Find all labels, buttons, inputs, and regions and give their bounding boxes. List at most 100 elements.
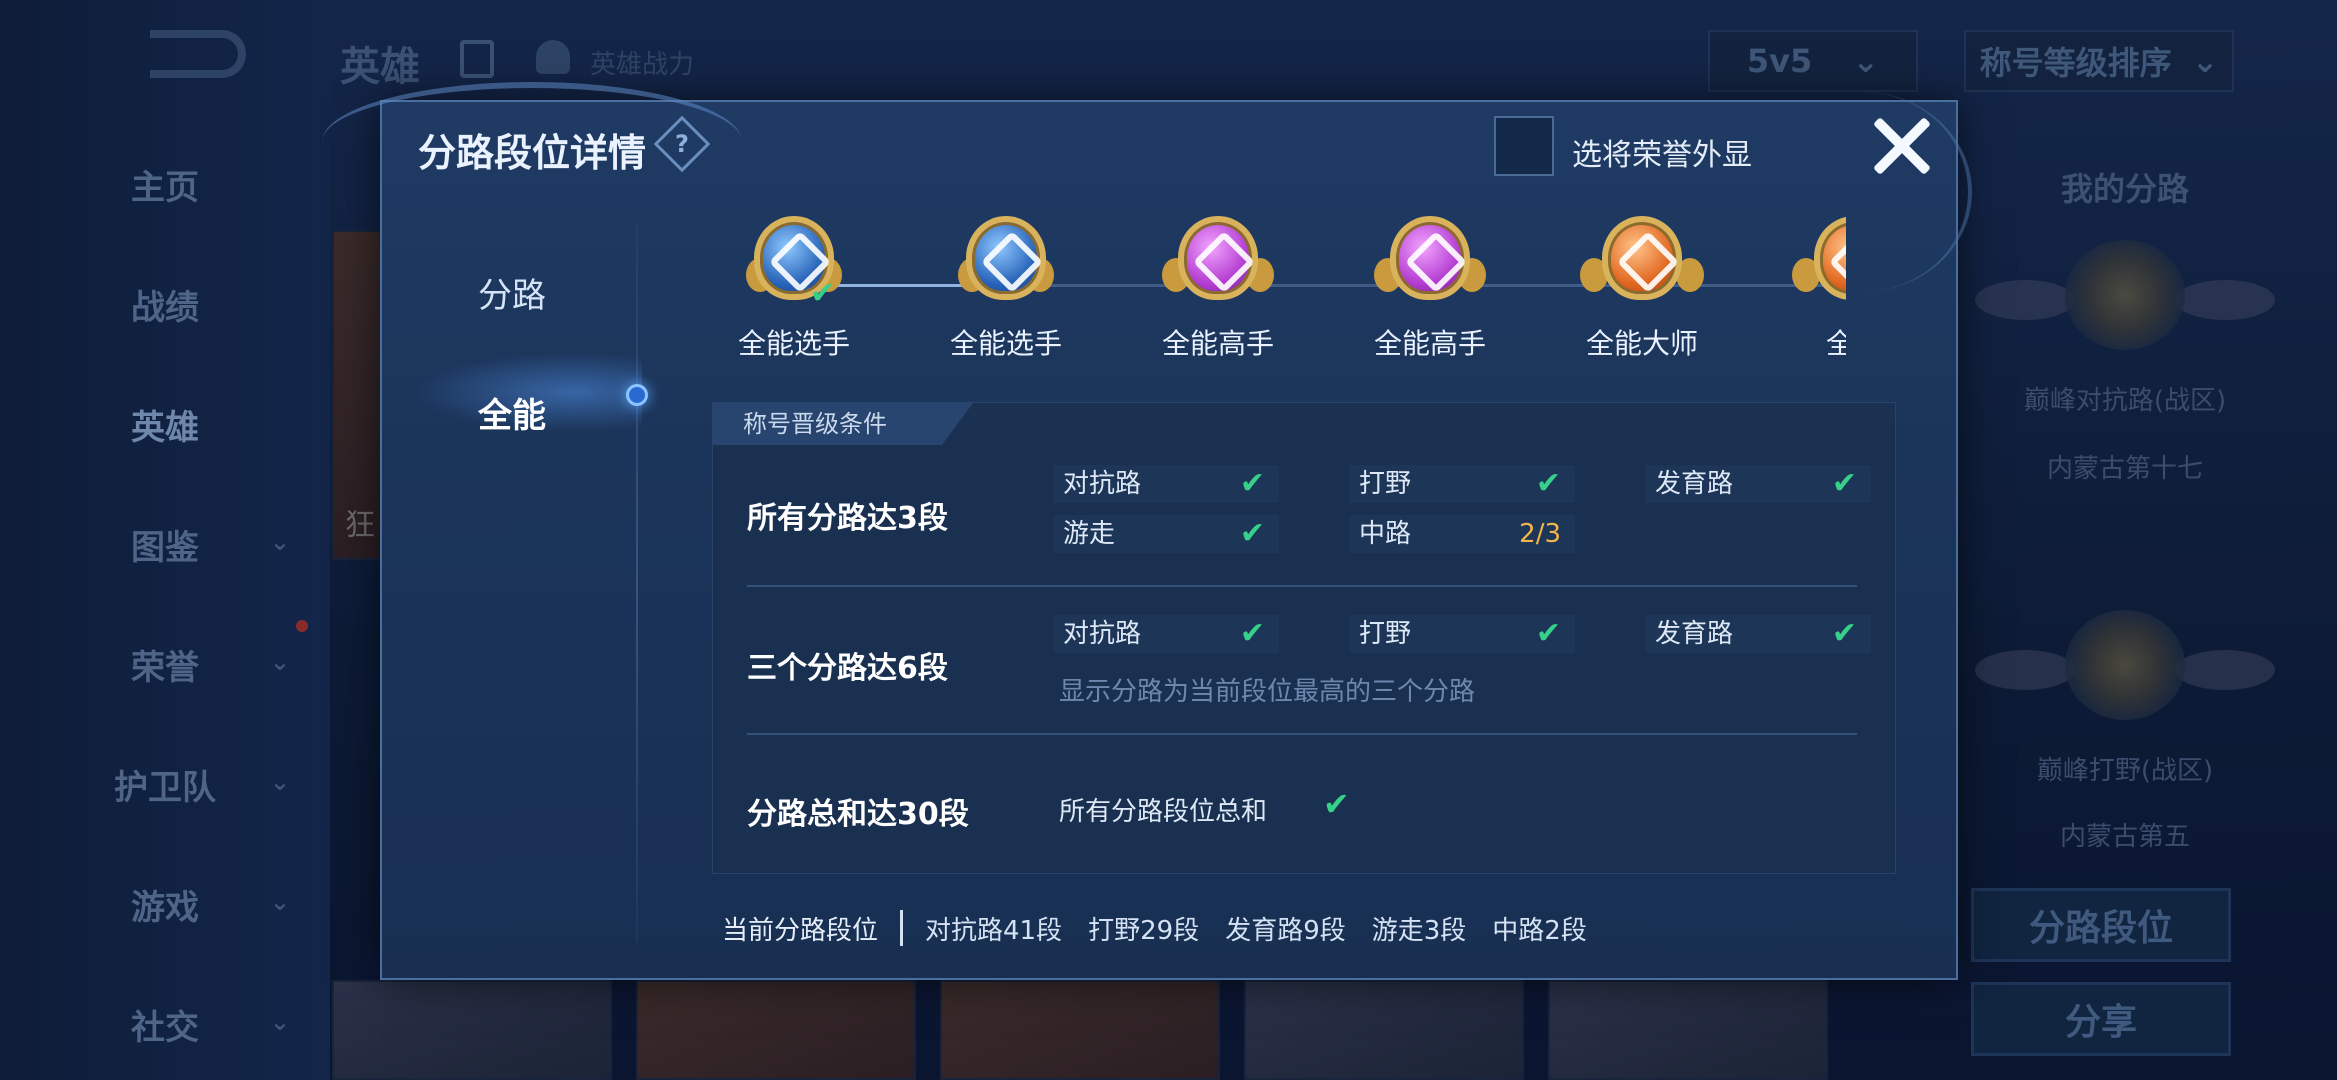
chevron-down-icon: ⌄: [269, 648, 290, 676]
lane-requirement: 游走 ✔: [1053, 515, 1279, 553]
nav-item-gallery[interactable]: 图鉴 ⌄: [0, 520, 330, 569]
hero-power-icon: [536, 40, 570, 74]
sort-select[interactable]: 称号等级排序 ⌄: [1964, 30, 2234, 92]
check-icon: ✔: [1831, 466, 1857, 501]
lane-rank-item: 发育路9段: [1225, 915, 1346, 946]
lane-rank-details-dialog: 分路段位详情 ? 选将荣誉外显 分路 全能 ✔ 全能选手 全能选手 全能高手 全…: [322, 82, 1972, 980]
badge-wing-left: [1975, 280, 2075, 320]
tier-item[interactable]: ✔ 全能选手: [724, 212, 864, 362]
lane-rank-label: 巅峰对抗路(战区): [2023, 386, 2227, 416]
mode-select[interactable]: 5v5 ⌄: [1708, 30, 1918, 92]
nav-item-home[interactable]: 主页: [0, 160, 330, 209]
lane-rank-item: 打野29段: [1088, 915, 1200, 946]
badge-wing-left: [1975, 650, 2075, 690]
tier-item[interactable]: 全能: [1784, 212, 1846, 362]
check-icon: ✔: [810, 276, 836, 311]
promotion-conditions-panel: 称号晋级条件 所有分路达3段 对抗路 ✔ 打野 ✔ 发育路 ✔ 游走 ✔ 中路 …: [712, 402, 1896, 874]
tier-name: 全能高手: [1373, 327, 1486, 360]
hero-card[interactable]: [332, 980, 612, 1080]
lane-rank-label: 巅峰打野(战区): [2036, 756, 2214, 786]
list-icon[interactable]: [460, 40, 494, 78]
tier-name: 全能选手: [737, 327, 850, 360]
check-icon: ✔: [1239, 616, 1265, 651]
lane-requirement: 对抗路 ✔: [1053, 615, 1279, 653]
chevron-down-icon: ⌄: [2191, 42, 2219, 80]
lane-rank-item: 游走3段: [1371, 915, 1467, 946]
tier-name: 全能大师: [1585, 327, 1698, 360]
current-lane-ranks-label: 当前分路段位: [722, 915, 879, 946]
tier-item[interactable]: 全能高手: [1360, 212, 1500, 362]
lane-rank-region: 内蒙古第十七: [2046, 454, 2203, 484]
tier-badge-icon: [1602, 216, 1682, 300]
tier-name: 全能高手: [1161, 327, 1274, 360]
tier-name: 全能: [1825, 327, 1846, 360]
tier-badge-icon: [1814, 216, 1846, 300]
lane-requirement: 中路 2/3: [1349, 515, 1575, 553]
progress-count: 2/3: [1519, 519, 1561, 549]
nav-item-heroes[interactable]: 英雄: [0, 400, 330, 449]
lane-rank-badge-icon: [2065, 240, 2185, 350]
tier-item[interactable]: 全能大师: [1572, 212, 1712, 362]
lane-requirement: 对抗路 ✔: [1053, 465, 1279, 503]
condition-note: 显示分路为当前段位最高的三个分路: [1059, 677, 1476, 707]
lane-requirement: 打野 ✔: [1349, 615, 1575, 653]
chevron-down-icon: ⌄: [1852, 42, 1880, 80]
lane-rank-region: 内蒙古第五: [2059, 822, 2190, 852]
lane-requirement: 发育路 ✔: [1645, 615, 1871, 653]
current-lane-ranks: 当前分路段位 对抗路41段 打野29段 发育路9段 游走3段 中路2段: [722, 908, 1613, 948]
nav-item-guard[interactable]: 护卫队 ⌄: [0, 760, 330, 809]
hero-card[interactable]: [940, 980, 1220, 1080]
lane-ranks-button[interactable]: 分路段位: [1971, 888, 2231, 962]
my-lanes-title: 我的分路: [2060, 170, 2189, 208]
chevron-down-icon: ⌄: [269, 888, 290, 916]
active-tab-indicator: [626, 384, 648, 406]
check-icon: ✔: [1323, 785, 1350, 823]
honor-display-checkbox[interactable]: [1494, 116, 1554, 176]
page-title: 英雄: [340, 44, 420, 90]
honor-display-label[interactable]: 选将荣誉外显: [1572, 130, 1752, 174]
check-icon: ✔: [1535, 466, 1561, 501]
chevron-down-icon: ⌄: [269, 1008, 290, 1036]
nav-item-game[interactable]: 游戏 ⌄: [0, 880, 330, 929]
hero-power-link[interactable]: 英雄战力: [590, 44, 694, 81]
badge-wing-right: [2175, 280, 2275, 320]
close-icon[interactable]: [1870, 114, 1934, 178]
check-icon: ✔: [1535, 616, 1561, 651]
chevron-down-icon: ⌄: [269, 528, 290, 556]
tier-progress-track[interactable]: ✔ 全能选手 全能选手 全能高手 全能高手 全能大师 全: [724, 212, 1846, 362]
nav-item-honor[interactable]: 荣誉 ⌄: [0, 640, 330, 689]
share-button[interactable]: 分享: [1971, 982, 2231, 1056]
lane-sum-label: 所有分路段位总和: [1059, 797, 1268, 827]
row-divider: [747, 585, 1857, 587]
nav-item-records[interactable]: 战绩: [0, 280, 330, 329]
lane-rank-item: 中路2段: [1492, 915, 1587, 946]
row-divider: [747, 733, 1857, 735]
lane-requirement: 打野 ✔: [1349, 465, 1575, 503]
dialog-title: 分路段位详情: [418, 131, 647, 175]
tier-badge-icon: [1390, 216, 1470, 300]
nav-item-social[interactable]: 社交 ⌄: [0, 1000, 330, 1049]
tier-badge-icon: [966, 216, 1046, 300]
tab-all-round[interactable]: 全能: [422, 388, 602, 437]
hero-card-name: 狂: [345, 508, 375, 543]
hero-card[interactable]: [636, 980, 916, 1080]
hero-card[interactable]: [1244, 980, 1524, 1080]
badge-wing-right: [2175, 650, 2275, 690]
lane-requirement: 发育路 ✔: [1645, 465, 1871, 503]
tier-name: 全能选手: [949, 327, 1062, 360]
tier-badge-icon: [1178, 216, 1258, 300]
condition-title: 分路总和达30段: [747, 797, 969, 832]
tab-divider: [636, 222, 638, 942]
back-icon[interactable]: [150, 30, 246, 78]
check-icon: ✔: [1239, 466, 1265, 501]
notification-dot: [296, 620, 308, 632]
tier-item[interactable]: 全能高手: [1148, 212, 1288, 362]
tier-item[interactable]: 全能选手: [936, 212, 1076, 362]
check-icon: ✔: [1831, 616, 1857, 651]
check-icon: ✔: [1239, 516, 1265, 551]
lane-rank-badge-icon: [2065, 610, 2185, 720]
hero-card[interactable]: [1548, 980, 1828, 1080]
my-lanes-panel: 我的分路 巅峰对抗路(战区) 内蒙古第十七 巅峰打野(战区) 内蒙古第五 分路段…: [1955, 130, 2295, 1080]
tab-lanes[interactable]: 分路: [422, 268, 602, 317]
lane-rank-item: 对抗路41段: [925, 915, 1063, 946]
